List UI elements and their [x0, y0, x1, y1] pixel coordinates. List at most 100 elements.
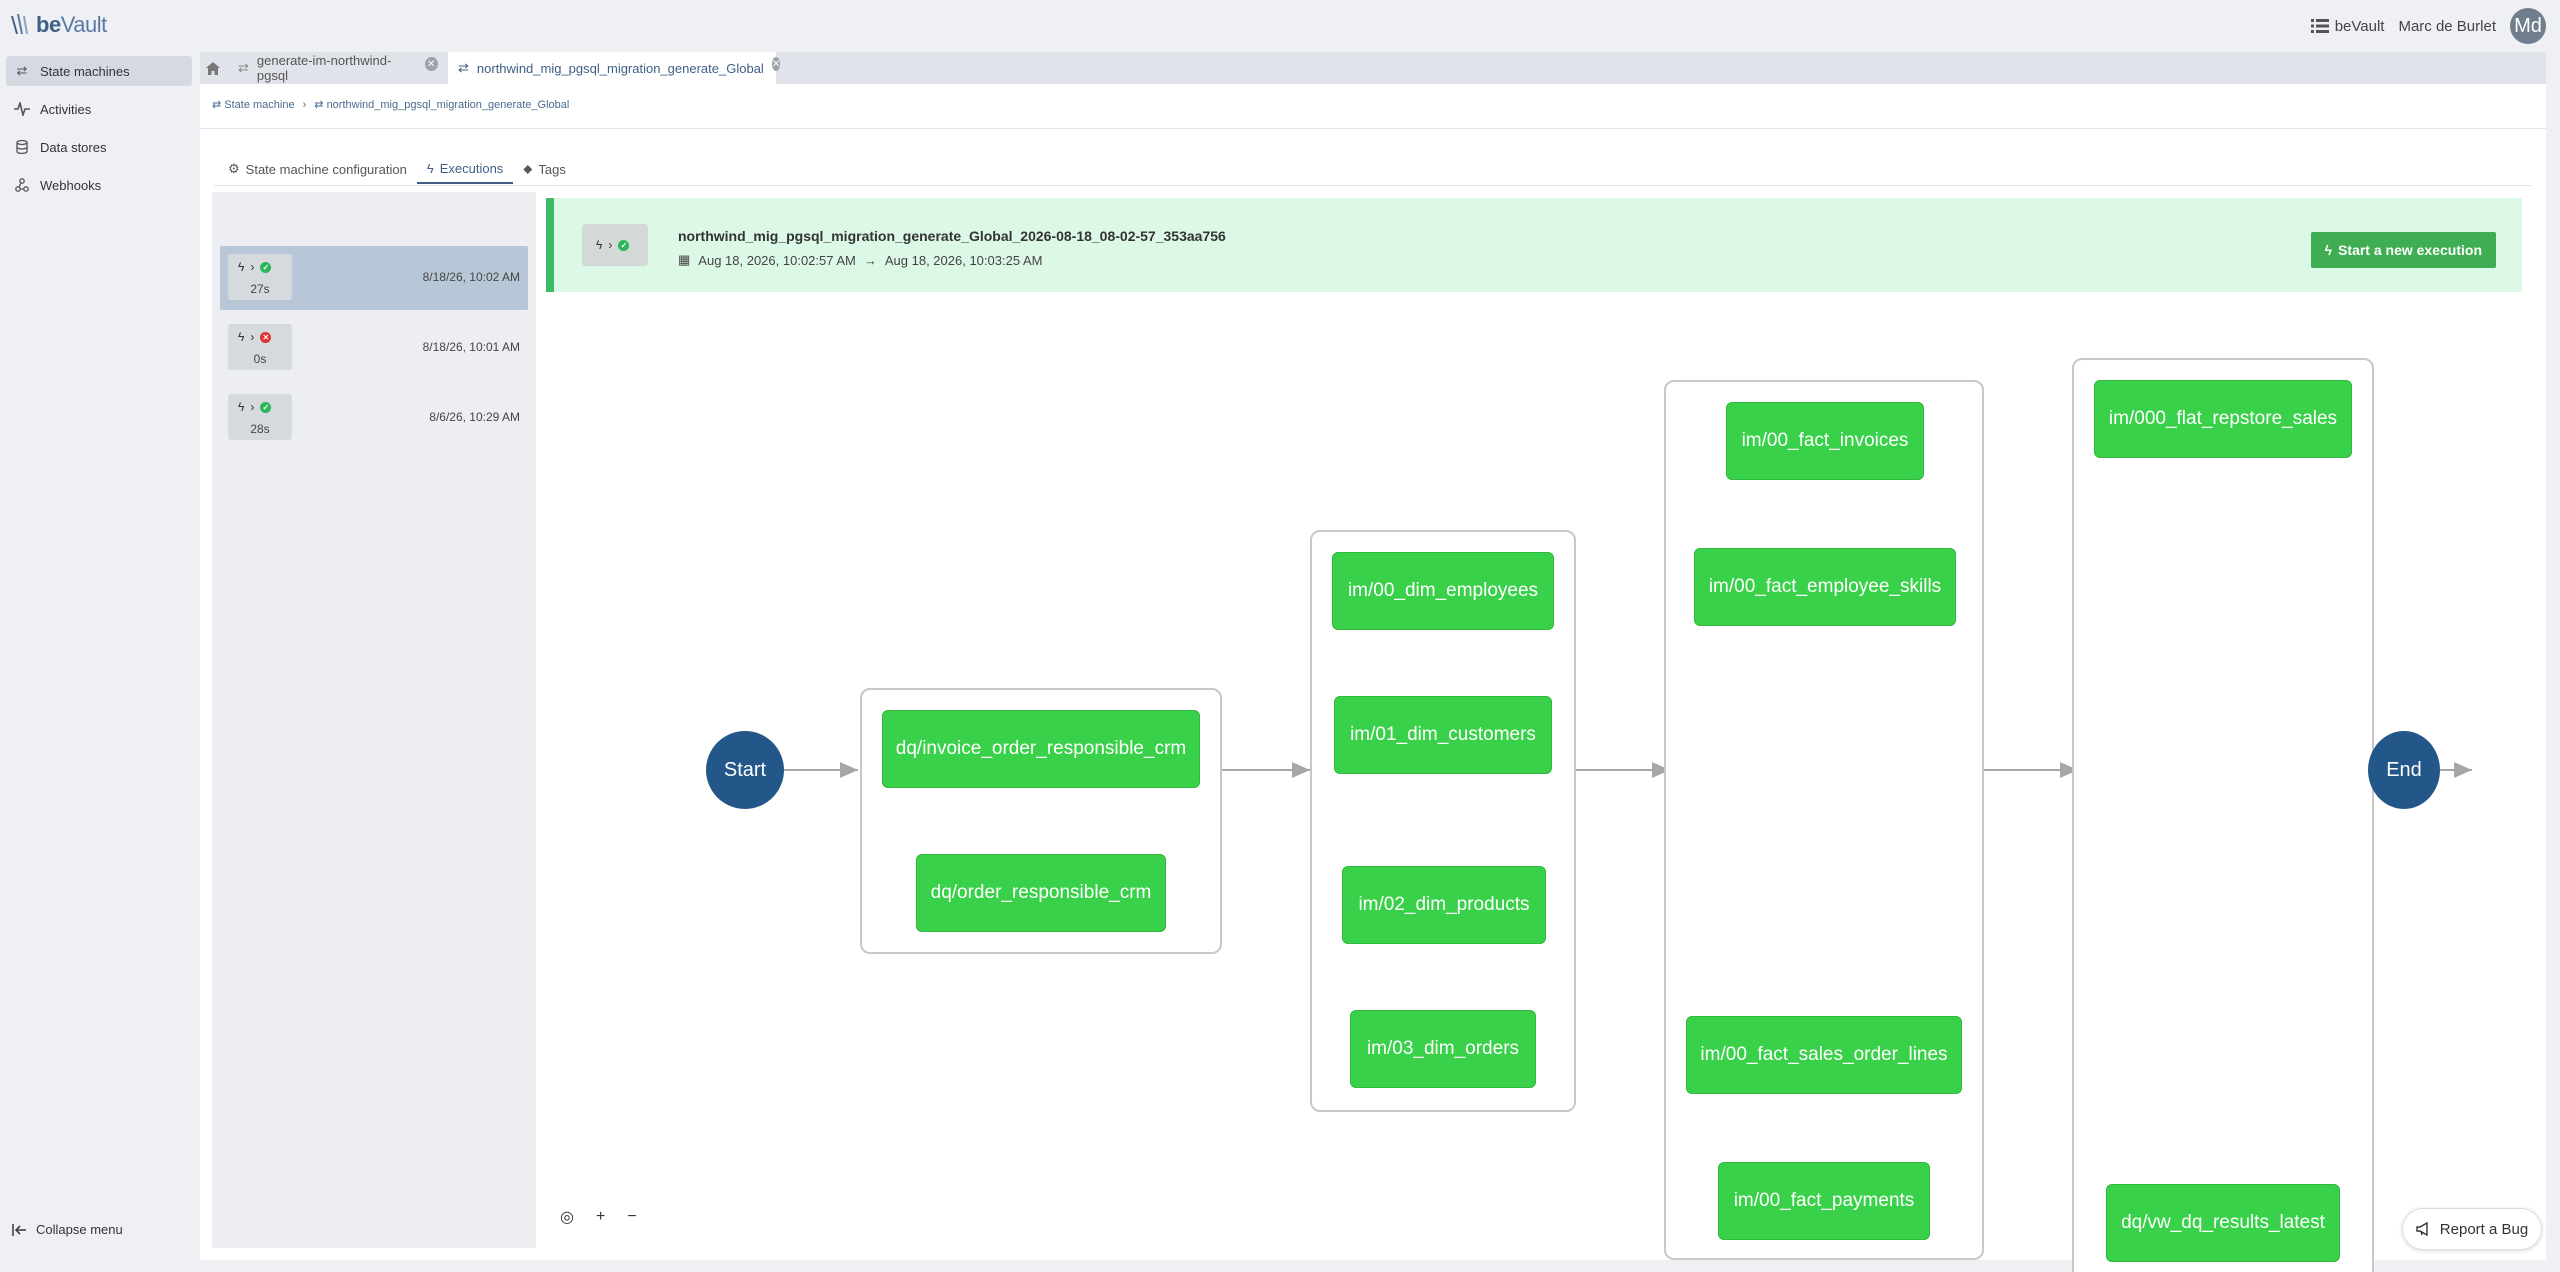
task-node[interactable]: im/00_dim_employees	[1332, 552, 1554, 630]
main-panel: ⇄ generate-im-northwind-pgsql ✕ ⇄ northw…	[200, 52, 2546, 1272]
execution-end: Aug 18, 2026, 10:03:25 AM	[884, 252, 1043, 268]
parallel-group-3: im/00_fact_invoices im/00_fact_employee_…	[1664, 380, 1984, 1260]
start-new-execution-button[interactable]: ϟ Start a new execution	[2310, 232, 2496, 268]
end-node[interactable]: End	[2368, 731, 2440, 809]
tab-label: generate-im-northwind-pgsql	[256, 53, 392, 83]
execution-status-badge: ϟ › ✓ 28s	[228, 394, 292, 440]
tab-home[interactable]	[200, 52, 228, 84]
execution-duration: 27s	[250, 282, 270, 296]
execution-status-badge: ϟ › ✓	[582, 224, 648, 266]
execution-item[interactable]: ϟ › ✓ 28s 8/6/26, 10:29 AM	[220, 386, 528, 450]
task-node[interactable]: im/00_fact_employee_skills	[1694, 548, 1956, 626]
sidebar-item-label: Activities	[40, 101, 92, 117]
bolt-icon: ϟ	[238, 330, 245, 344]
breadcrumb-root[interactable]: ⇄ State machine	[212, 98, 295, 111]
fit-view-icon[interactable]: ◎	[560, 1207, 574, 1227]
tab-bar: ⇄ generate-im-northwind-pgsql ✕ ⇄ northw…	[200, 52, 2546, 84]
sidebar-item-activities[interactable]: Activities	[6, 94, 192, 124]
success-icon: ✓	[260, 261, 272, 273]
tab-executions[interactable]: ϟ Executions	[416, 154, 514, 184]
activity-icon	[14, 101, 30, 117]
state-machine-icon: ⇄	[458, 60, 469, 75]
task-node[interactable]: im/00_fact_payments	[1718, 1162, 1930, 1240]
execution-dates: ▦ Aug 18, 2026, 10:02:57 AM → Aug 18, 20…	[678, 252, 1042, 268]
bolt-icon: ϟ	[426, 160, 434, 176]
sidebar-item-label: Data stores	[40, 139, 107, 155]
sidebar-item-label: State machines	[40, 63, 130, 79]
logo-text: beVault	[36, 12, 107, 37]
bevault-logo[interactable]: beVault	[8, 12, 107, 38]
tab-label: Executions	[439, 160, 504, 176]
app-menu-link[interactable]: beVault	[2310, 17, 2385, 35]
tab-label: Tags	[538, 161, 566, 177]
close-icon[interactable]: ✕	[424, 57, 438, 71]
avatar[interactable]: Md	[2510, 8, 2546, 44]
breadcrumb: ⇄ State machine › ⇄ northwind_mig_pgsql_…	[212, 98, 569, 112]
executions-list: ϟ › ✓ 27s 8/18/26, 10:02 AM ϟ › ✕ 0s 8/18/26…	[212, 192, 536, 1248]
sidebar-item-data-stores[interactable]: Data stores	[6, 132, 192, 162]
close-icon[interactable]: ✕	[771, 57, 781, 71]
execution-header: ϟ › ✓ northwind_mig_pgsql_migration_genera…	[546, 198, 2522, 292]
sidebar-item-webhooks[interactable]: Webhooks	[6, 170, 192, 200]
task-node[interactable]: im/02_dim_products	[1342, 866, 1546, 944]
sidebar-item-state-machines[interactable]: ⇄ State machines	[6, 56, 192, 86]
parallel-group-1: dq/invoice_order_responsible_crm dq/orde…	[860, 688, 1222, 954]
zoom-controls: ◎ + −	[560, 1207, 637, 1227]
execution-status-badge: ϟ › ✕ 0s	[228, 324, 292, 370]
button-label: Start a new execution	[2338, 242, 2482, 258]
start-node[interactable]: Start	[706, 731, 784, 809]
state-machine-icon: ⇄	[238, 60, 249, 75]
execution-date: 8/6/26, 10:29 AM	[429, 410, 520, 424]
success-icon: ✓	[260, 401, 272, 413]
chevron-right-icon: ›	[250, 400, 255, 414]
home-icon	[206, 61, 220, 75]
tab-label: northwind_mig_pgsql_migration_generate_G…	[476, 60, 764, 76]
task-node[interactable]: im/00_fact_invoices	[1726, 402, 1924, 480]
bolt-icon: ϟ	[2324, 242, 2333, 258]
tab-generate-im-northwind-pgsql[interactable]: ⇄ generate-im-northwind-pgsql ✕	[228, 52, 448, 84]
execution-duration: 28s	[250, 422, 270, 436]
sidebar: ⇄ State machines Activities Data stores …	[0, 52, 196, 1272]
bolt-icon: ϟ	[596, 238, 603, 252]
app-menu-label: beVault	[2334, 17, 2385, 35]
user-name[interactable]: Marc de Burlet	[2398, 18, 2496, 35]
execution-start: Aug 18, 2026, 10:02:57 AM	[698, 252, 856, 268]
list-icon	[2310, 19, 2329, 33]
task-node[interactable]: dq/invoice_order_responsible_crm	[882, 710, 1200, 788]
state-machine-diagram: Start dq/invoice_order_responsible_crm d…	[540, 290, 2546, 1272]
chevron-right-icon: ›	[250, 260, 255, 274]
collapse-menu-button[interactable]: Collapse menu	[12, 1222, 123, 1237]
task-node[interactable]: dq/vw_dq_results_latest	[2106, 1184, 2340, 1262]
task-node[interactable]: im/01_dim_customers	[1334, 696, 1552, 774]
task-node[interactable]: im/00_fact_sales_order_lines	[1686, 1016, 1962, 1094]
execution-item[interactable]: ϟ › ✓ 27s 8/18/26, 10:02 AM	[220, 246, 528, 310]
top-bar: beVault beVault Marc de Burlet Md	[0, 0, 2560, 52]
bolt-icon: ϟ	[238, 400, 245, 414]
tag-icon: ⬥	[523, 161, 533, 176]
tab-northwind-migration[interactable]: ⇄ northwind_mig_pgsql_migration_generate…	[448, 52, 781, 84]
webhook-icon	[14, 177, 30, 193]
tab-label: State machine configuration	[245, 161, 407, 177]
sub-tabs: ⚙ State machine configuration ϟ Executio…	[218, 154, 576, 184]
tab-state-machine-configuration[interactable]: ⚙ State machine configuration	[218, 154, 417, 184]
report-bug-button[interactable]: Report a Bug	[2402, 1208, 2542, 1250]
task-node[interactable]: im/03_dim_orders	[1350, 1010, 1536, 1088]
bullhorn-icon	[2416, 1222, 2428, 1236]
chevron-right-icon: ›	[302, 98, 307, 111]
error-icon: ✕	[260, 331, 272, 343]
task-node[interactable]: dq/order_responsible_crm	[916, 854, 1166, 932]
chevron-right-icon: ›	[250, 330, 255, 344]
zoom-in-button[interactable]: +	[596, 1208, 605, 1226]
bolt-icon: ϟ	[238, 260, 245, 274]
parallel-group-2: im/00_dim_employees im/01_dim_customers …	[1310, 530, 1576, 1112]
execution-item[interactable]: ϟ › ✕ 0s 8/18/26, 10:01 AM	[220, 316, 528, 380]
arrow-right-icon: →	[863, 252, 877, 268]
chevron-right-icon: ›	[608, 238, 613, 252]
report-bug-label: Report a Bug	[2439, 1220, 2529, 1238]
tab-tags[interactable]: ⬥ Tags	[513, 154, 576, 184]
task-node[interactable]: im/000_flat_repstore_sales	[2094, 380, 2352, 458]
execution-status-badge: ϟ › ✓ 27s	[228, 254, 292, 300]
divider	[214, 185, 2532, 186]
collapse-menu-label: Collapse menu	[36, 1222, 123, 1237]
zoom-out-button[interactable]: −	[627, 1208, 636, 1226]
